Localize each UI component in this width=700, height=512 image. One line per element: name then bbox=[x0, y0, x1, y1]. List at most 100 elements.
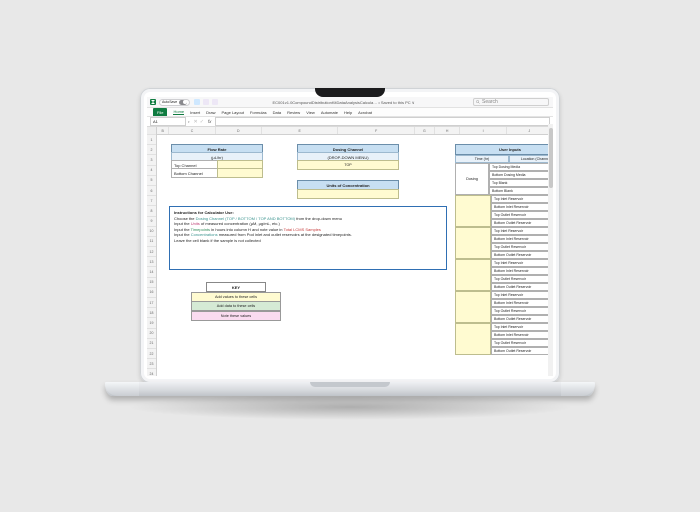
worksheet[interactable]: 1234567891011121314151617181920212223242… bbox=[147, 127, 553, 376]
ribbon-tab-home[interactable]: Home bbox=[173, 109, 184, 115]
formula-row: A1 ▾ ✕ ✓ fx bbox=[147, 117, 553, 127]
user-inputs-header: User Inputs bbox=[455, 144, 553, 155]
location-cell: Top Inlet Reservoir bbox=[491, 227, 553, 235]
row-header[interactable]: 19 bbox=[147, 318, 156, 328]
excel-app-icon bbox=[150, 99, 156, 105]
ribbon-tab-page-layout[interactable]: Page Layout bbox=[221, 110, 243, 115]
row-header[interactable]: 7 bbox=[147, 196, 156, 206]
ribbon-tab-acrobat[interactable]: Acrobat bbox=[358, 110, 372, 115]
time-input[interactable] bbox=[455, 323, 491, 355]
row-header[interactable]: 18 bbox=[147, 308, 156, 318]
location-cell: Bottom Blank bbox=[489, 187, 553, 195]
row-header[interactable]: 22 bbox=[147, 349, 156, 359]
row-header[interactable]: 15 bbox=[147, 278, 156, 288]
search-input[interactable]: Search bbox=[473, 98, 549, 106]
ribbon-tab-help[interactable]: Help bbox=[344, 110, 352, 115]
location-cell: Bottom Inlet Reservoir bbox=[491, 299, 553, 307]
fx-icon[interactable]: fx bbox=[208, 119, 212, 124]
ribbon-tab-file[interactable]: File bbox=[153, 108, 167, 116]
row-header[interactable]: 11 bbox=[147, 237, 156, 247]
column-header[interactable]: B bbox=[157, 127, 169, 134]
location-cell: Top Inlet Reservoir bbox=[491, 195, 553, 203]
chevron-down-icon[interactable]: ▾ bbox=[188, 120, 190, 124]
vertical-scrollbar[interactable] bbox=[548, 124, 553, 376]
column-header[interactable]: F bbox=[338, 127, 415, 134]
column-header[interactable]: E bbox=[262, 127, 339, 134]
save-icon[interactable] bbox=[194, 99, 200, 105]
location-cell: Top Inlet Reservoir bbox=[491, 259, 553, 267]
location-header: Location (Channel) bbox=[509, 155, 553, 163]
dosing-label-cell: Dosing bbox=[455, 163, 489, 195]
row-header[interactable]: 10 bbox=[147, 227, 156, 237]
column-header[interactable]: J bbox=[507, 127, 553, 134]
column-header[interactable]: H bbox=[435, 127, 461, 134]
row-header[interactable]: 1 bbox=[147, 135, 156, 145]
time-input[interactable] bbox=[455, 259, 491, 291]
column-header[interactable]: G bbox=[415, 127, 435, 134]
row-header[interactable]: 5 bbox=[147, 176, 156, 186]
row-headers[interactable]: 1234567891011121314151617181920212223242… bbox=[147, 127, 157, 376]
row-header[interactable]: 20 bbox=[147, 329, 156, 339]
row-header[interactable]: 4 bbox=[147, 166, 156, 176]
select-all-cell[interactable] bbox=[147, 127, 156, 135]
location-cell: Bottom Inlet Reservoir bbox=[491, 267, 553, 275]
toggle-on-icon bbox=[179, 100, 187, 105]
time-input[interactable] bbox=[455, 195, 491, 227]
location-cell: Top Dosing Media bbox=[489, 163, 553, 171]
dosing-channel-dropdown[interactable]: TOP bbox=[297, 160, 399, 170]
autosave-toggle[interactable]: AutoSave bbox=[159, 99, 190, 106]
flow-rate-bottom-input[interactable] bbox=[217, 168, 263, 178]
document-title: EC001v1.0CompoundDistributionKitDataAnal… bbox=[218, 100, 469, 105]
ribbon-tabs: File Home Insert Draw Page Layout Formulas Dat… bbox=[147, 108, 553, 117]
flow-rate-row-label: Bottom Channel bbox=[171, 168, 221, 178]
column-header[interactable]: C bbox=[169, 127, 215, 134]
location-cell: Bottom Outlet Reservoir bbox=[491, 315, 553, 323]
time-input[interactable] bbox=[455, 227, 491, 259]
undo-icon[interactable] bbox=[203, 99, 209, 105]
location-cell: Bottom Outlet Reservoir bbox=[491, 283, 553, 291]
ribbon-tab-draw[interactable]: Draw bbox=[206, 110, 215, 115]
row-header[interactable]: 12 bbox=[147, 247, 156, 257]
ribbon-tab-data[interactable]: Data bbox=[273, 110, 281, 115]
key-legend: KEY Add values to these cellsAdd data to… bbox=[191, 282, 281, 321]
location-cell: Bottom Inlet Reservoir bbox=[491, 235, 553, 243]
name-box[interactable]: A1 bbox=[150, 117, 186, 126]
ribbon-tab-insert[interactable]: Insert bbox=[190, 110, 200, 115]
column-header[interactable]: D bbox=[216, 127, 262, 134]
location-cell: Bottom Dosing Media bbox=[489, 171, 553, 179]
row-header[interactable]: 9 bbox=[147, 217, 156, 227]
row-header[interactable]: 16 bbox=[147, 288, 156, 298]
row-header[interactable]: 2 bbox=[147, 145, 156, 155]
quick-access-toolbar bbox=[194, 99, 218, 105]
ribbon-tab-view[interactable]: View bbox=[306, 110, 315, 115]
user-inputs-table: User Inputs Time (hr) Location (Channel)… bbox=[455, 144, 553, 355]
row-header[interactable]: 24 bbox=[147, 369, 156, 376]
row-header[interactable]: 21 bbox=[147, 339, 156, 349]
key-row: Add values to these cells bbox=[191, 292, 281, 302]
time-input[interactable] bbox=[455, 291, 491, 323]
location-cell: Bottom Outlet Reservoir bbox=[491, 219, 553, 227]
ribbon-tab-review[interactable]: Review bbox=[287, 110, 300, 115]
laptop-trackpad-notch bbox=[310, 382, 390, 387]
grid[interactable]: BCDEFGHIJ Flow Rate (µL/hr) Top Channel … bbox=[157, 127, 553, 376]
formula-bar[interactable] bbox=[215, 117, 550, 126]
location-cell: Top Outlet Reservoir bbox=[491, 211, 553, 219]
row-header[interactable]: 8 bbox=[147, 206, 156, 216]
scrollbar-thumb[interactable] bbox=[549, 128, 553, 188]
cancel-formula-icon[interactable]: ✕ bbox=[194, 119, 198, 125]
row-header[interactable]: 6 bbox=[147, 186, 156, 196]
key-row: Add data to these cells bbox=[191, 301, 281, 311]
row-header[interactable]: 3 bbox=[147, 155, 156, 165]
units-of-concentration-input[interactable] bbox=[297, 189, 399, 199]
location-cell: Top Inlet Reservoir bbox=[491, 291, 553, 299]
search-placeholder: Search bbox=[482, 99, 498, 105]
location-cell: Top Outlet Reservoir bbox=[491, 339, 553, 347]
row-header[interactable]: 23 bbox=[147, 359, 156, 369]
row-header[interactable]: 17 bbox=[147, 298, 156, 308]
column-header[interactable]: I bbox=[460, 127, 506, 134]
row-header[interactable]: 13 bbox=[147, 257, 156, 267]
row-header[interactable]: 14 bbox=[147, 267, 156, 277]
ribbon-tab-formulas[interactable]: Formulas bbox=[250, 110, 267, 115]
ribbon-tab-automate[interactable]: Automate bbox=[321, 110, 338, 115]
enter-formula-icon[interactable]: ✓ bbox=[200, 119, 204, 125]
